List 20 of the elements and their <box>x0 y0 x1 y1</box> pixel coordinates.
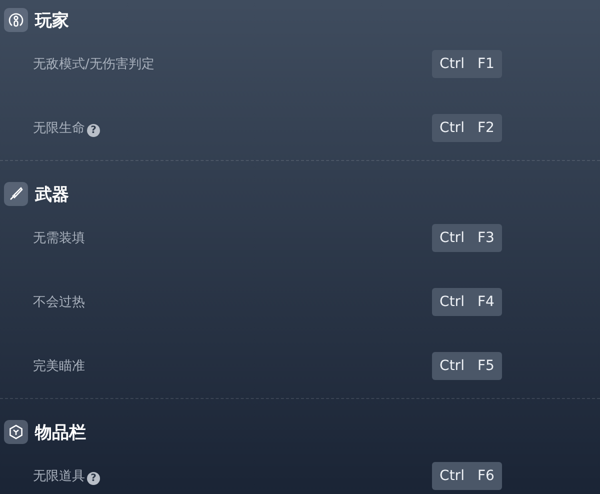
cheat-label: 完美瞄准 <box>33 358 85 375</box>
hotkey-button[interactable]: Ctrl F2 <box>432 114 502 142</box>
hotkey-button[interactable]: Ctrl F3 <box>432 224 502 252</box>
section-title: 武器 <box>35 184 69 206</box>
cheat-label: 无限生命 <box>33 120 85 137</box>
hotkey-button[interactable]: Ctrl F5 <box>432 352 502 380</box>
help-icon[interactable]: ? <box>87 472 100 484</box>
cheat-label: 无需装填 <box>33 230 85 247</box>
section-title: 玩家 <box>35 10 69 32</box>
help-icon[interactable]: ? <box>87 124 100 136</box>
cheat-label: 不会过热 <box>33 294 85 311</box>
hotkey-button[interactable]: Ctrl F1 <box>432 50 502 78</box>
person-icon <box>8 12 24 28</box>
sword-icon <box>8 186 24 202</box>
hexagon-icon <box>8 424 24 440</box>
cheat-label: 无敌模式/无伤害判定 <box>33 56 154 73</box>
cheat-label: 无限道具 <box>33 468 85 485</box>
hotkey-button[interactable]: Ctrl F4 <box>432 288 502 316</box>
hotkey-button[interactable]: Ctrl F6 <box>432 462 502 490</box>
section-title: 物品栏 <box>35 422 86 444</box>
